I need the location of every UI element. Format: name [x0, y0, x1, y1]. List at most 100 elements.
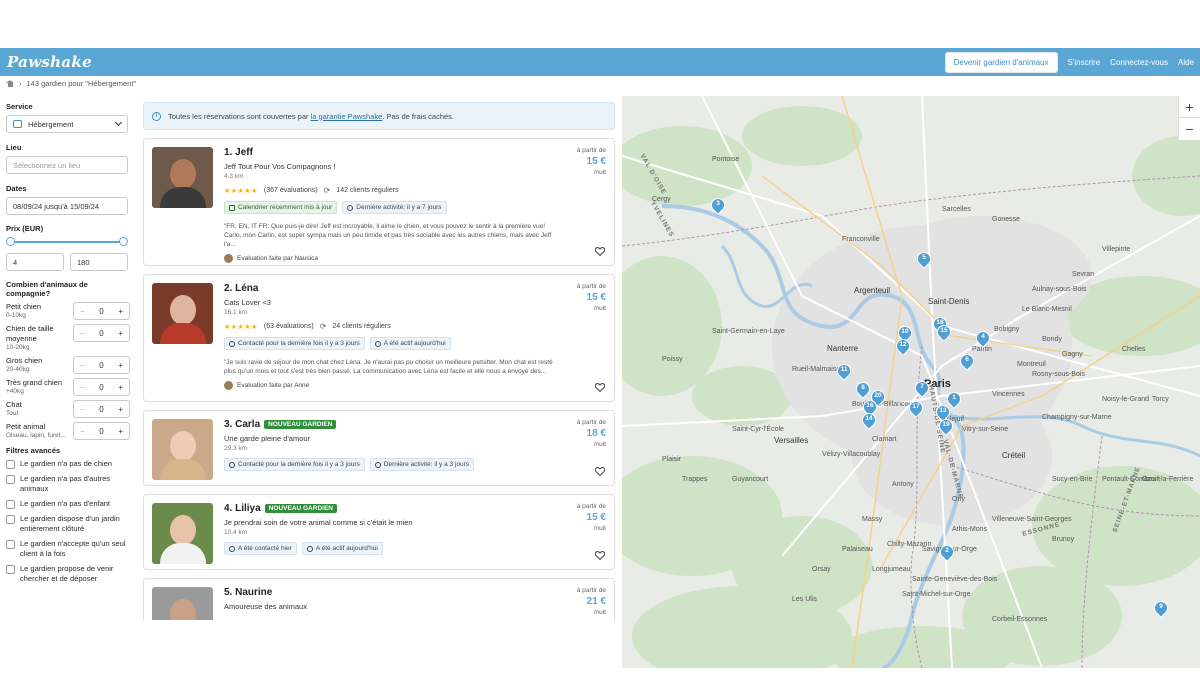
- checkbox-icon[interactable]: [6, 460, 15, 469]
- advanced-filters-title: Filtres avancés: [6, 446, 61, 455]
- sitter-map-pin[interactable]: 2: [937, 542, 957, 562]
- price-slider-track: [10, 241, 124, 243]
- pet-count-stepper[interactable]: − 0 +: [73, 422, 130, 440]
- favorite-heart-icon[interactable]: [595, 247, 605, 256]
- dates-input[interactable]: 08/09/24 jusqu'à 15/09/24: [6, 197, 128, 215]
- sitter-avatar[interactable]: [152, 503, 213, 564]
- sitter-tagline: Je prendrai soin de votre animal comme s…: [224, 518, 413, 527]
- sitter-map-pin[interactable]: 12: [893, 336, 913, 356]
- sitter-card[interactable]: 3. Carla NOUVEAU GARDIEN Une garde pleine …: [143, 410, 615, 486]
- price-max-handle[interactable]: [119, 237, 128, 246]
- sitter-map-pin[interactable]: 15: [934, 322, 954, 342]
- sitter-map-pin[interactable]: 11: [834, 361, 854, 381]
- map-place-label: Les Ulis: [792, 596, 817, 603]
- sitter-map-pin[interactable]: 4: [973, 328, 993, 348]
- sitter-card[interactable]: 5. Naurine Amoureuse des animaux à partir …: [143, 578, 615, 620]
- advanced-filter-checkbox[interactable]: Le gardien n'a pas d'enfant: [6, 499, 130, 509]
- advanced-filter-checkbox[interactable]: Le gardien propose de venir chercher et …: [6, 564, 130, 584]
- sitter-avatar[interactable]: [152, 419, 213, 480]
- sitter-avatar[interactable]: [152, 283, 213, 344]
- increment-button[interactable]: +: [118, 361, 123, 370]
- sitter-map-pin[interactable]: 3: [708, 195, 728, 215]
- sitter-map-pin[interactable]: 9: [1151, 598, 1171, 618]
- price-block: à partir de 15 € /nuit: [577, 283, 606, 312]
- sitter-name[interactable]: 3. Carla NOUVEAU GARDIEN: [224, 419, 556, 430]
- sitter-name[interactable]: 5. Naurine: [224, 587, 556, 598]
- results-map[interactable]: Paris Argenteuil Saint-Denis Nanterre Versai…: [622, 96, 1200, 668]
- sitter-map-pin[interactable]: 17: [906, 398, 926, 418]
- help-link[interactable]: Aide: [1178, 58, 1194, 67]
- activity-pill: Contacté pour la dernière fois il y a 3 …: [224, 458, 365, 471]
- service-select[interactable]: Hébergement: [6, 115, 128, 133]
- decrement-button[interactable]: −: [80, 383, 85, 392]
- guarantee-link[interactable]: la garantie Pawshake: [311, 112, 383, 121]
- map-place-label: Massy: [862, 516, 883, 523]
- decrement-button[interactable]: −: [80, 361, 85, 370]
- sitter-card[interactable]: 2. Léna Cats Lover <3 16.1 km ★★★★★ (63 éval…: [143, 274, 615, 402]
- price-range-slider[interactable]: [6, 237, 128, 247]
- favorite-heart-icon[interactable]: [595, 467, 605, 476]
- sitter-name[interactable]: 2. Léna: [224, 283, 556, 294]
- pet-count-stepper[interactable]: − 0 +: [73, 378, 130, 396]
- price-min-handle[interactable]: [6, 237, 15, 246]
- map-place-label: Guyancourt: [732, 476, 769, 483]
- sitter-card[interactable]: 4. Liliya NOUVEAU GARDIEN Je prendrai soin…: [143, 494, 615, 570]
- zoom-out-button[interactable]: −: [1179, 118, 1200, 140]
- sitter-map-pin[interactable]: 5: [914, 249, 934, 269]
- become-sitter-button[interactable]: Devenir gardien d'animaux: [944, 51, 1058, 73]
- pet-count-stepper[interactable]: − 0 +: [73, 356, 130, 374]
- advanced-filter-checkbox[interactable]: Le gardien n'a pas de chien: [6, 459, 130, 469]
- pawshake-logo[interactable]: Pawshake: [7, 53, 92, 71]
- favorite-heart-icon[interactable]: [595, 383, 605, 392]
- decrement-button[interactable]: −: [80, 329, 85, 338]
- login-link[interactable]: Connectez-vous: [1110, 58, 1168, 67]
- pin-number: 11: [840, 366, 848, 373]
- sitter-map-pin[interactable]: 19: [936, 416, 956, 436]
- checkbox-icon[interactable]: [6, 565, 15, 574]
- sitter-map-pin[interactable]: 14: [859, 410, 879, 430]
- price-min-input[interactable]: 4: [6, 253, 64, 271]
- sitter-map-pin[interactable]: 8: [853, 379, 873, 399]
- pet-count-stepper[interactable]: − 0 +: [73, 302, 130, 320]
- checkbox-icon[interactable]: [6, 515, 15, 524]
- star-rating-icon: ★★★★★: [224, 323, 258, 331]
- sitter-avatar[interactable]: [152, 147, 213, 208]
- sitter-name[interactable]: 1. Jeff: [224, 147, 556, 158]
- sitter-card[interactable]: 1. Jeff Jeff Tout Pour Vos Compagnons ! 4.…: [143, 138, 615, 266]
- sitter-tagline: Amoureuse des animaux: [224, 602, 307, 611]
- sitter-stats: ★★★★★ (367 évaluations) ⟳ 142 clients régul…: [224, 186, 556, 195]
- increment-button[interactable]: +: [118, 405, 123, 414]
- map-place-label: Plaisir: [662, 456, 682, 463]
- pet-count-stepper[interactable]: − 0 +: [73, 324, 130, 342]
- price-max-input[interactable]: 180: [70, 253, 128, 271]
- sitter-avatar[interactable]: [152, 587, 213, 620]
- checkbox-icon[interactable]: [6, 500, 15, 509]
- sitter-map-pin[interactable]: 7: [912, 378, 932, 398]
- decrement-button[interactable]: −: [80, 427, 85, 436]
- increment-button[interactable]: +: [118, 427, 123, 436]
- decrement-button[interactable]: −: [80, 307, 85, 316]
- map-place-label: Noisy-le-Grand: [1102, 396, 1150, 403]
- favorite-heart-icon[interactable]: [595, 551, 605, 560]
- checkbox-icon[interactable]: [6, 540, 15, 549]
- sitter-tagline: Cats Lover <3: [224, 298, 271, 307]
- decrement-button[interactable]: −: [80, 405, 85, 414]
- pet-count-value: 0: [99, 404, 104, 414]
- checkbox-icon[interactable]: [6, 475, 15, 484]
- zoom-in-button[interactable]: +: [1179, 96, 1200, 118]
- increment-button[interactable]: +: [118, 307, 123, 316]
- map-place-label: Palaiseau: [842, 546, 873, 553]
- sitter-details: 4. Liliya NOUVEAU GARDIEN Je prendrai soin…: [224, 503, 556, 555]
- advanced-filter-checkbox[interactable]: Le gardien dispose d'un jardin entièreme…: [6, 514, 130, 534]
- activity-pill: Contacté pour la dernière fois il y a 3 …: [224, 337, 365, 350]
- advanced-filter-checkbox[interactable]: Le gardien n'a pas d'autres animaux: [6, 474, 130, 494]
- signup-link[interactable]: S'inscrire: [1068, 58, 1101, 67]
- sitter-name[interactable]: 4. Liliya NOUVEAU GARDIEN: [224, 503, 556, 514]
- sitter-map-pin[interactable]: 6: [957, 351, 977, 371]
- location-input[interactable]: Sélectionnez un lieu: [6, 156, 128, 174]
- advanced-filter-checkbox[interactable]: Le gardien n'accepte qu'un seul client à…: [6, 539, 130, 559]
- pet-count-stepper[interactable]: − 0 +: [73, 400, 130, 418]
- increment-button[interactable]: +: [118, 329, 123, 338]
- home-icon[interactable]: [6, 79, 14, 87]
- increment-button[interactable]: +: [118, 383, 123, 392]
